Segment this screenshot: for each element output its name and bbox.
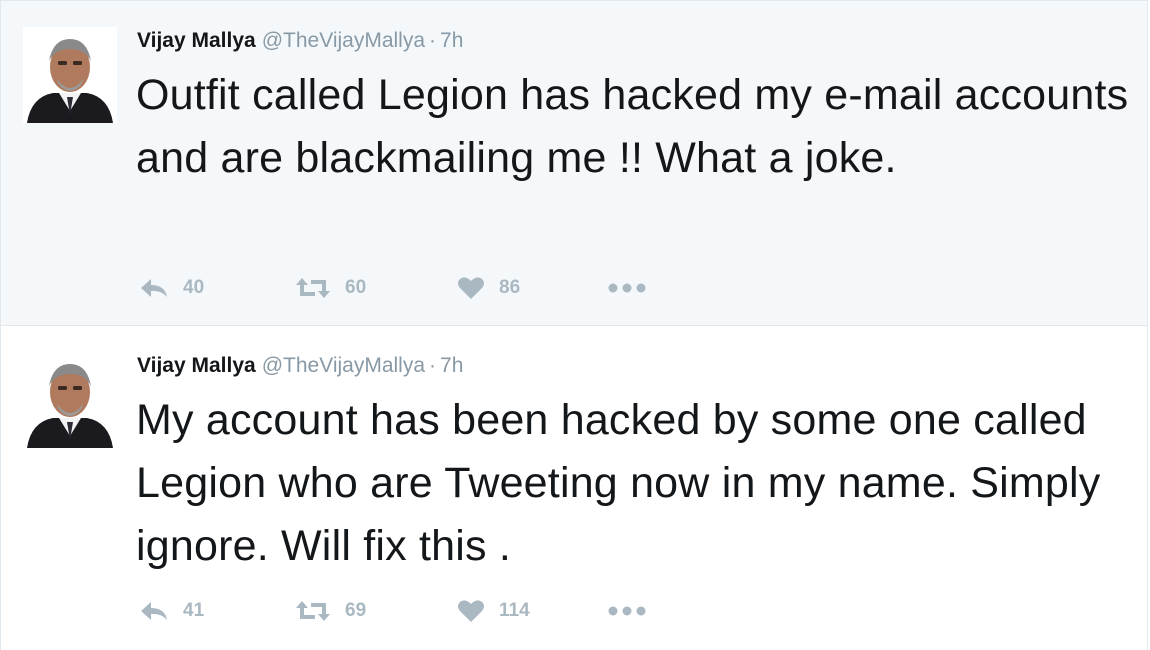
reply-count: 41 xyxy=(183,600,205,621)
tweet-timestamp[interactable]: 7h xyxy=(440,29,463,52)
more-dots-icon xyxy=(607,282,647,294)
like-button[interactable]: 114 xyxy=(457,596,530,626)
author-name[interactable]: Vijay Mallya xyxy=(137,29,256,52)
avatar[interactable] xyxy=(23,352,117,448)
more-button[interactable] xyxy=(607,596,647,626)
retweet-button[interactable]: 60 xyxy=(295,273,366,303)
heart-icon xyxy=(457,599,485,623)
tweet-timeline: Vijay Mallya @TheVijayMallya · 7h Outfit ca… xyxy=(0,0,1150,650)
like-button[interactable]: 86 xyxy=(457,273,520,303)
author-handle[interactable]: @TheVijayMallya xyxy=(262,354,425,377)
tweet-text: Outfit called Legion has hacked my e-mai… xyxy=(136,71,1129,182)
tweet[interactable]: Vijay Mallya @TheVijayMallya · 7h Outfit ca… xyxy=(0,0,1148,326)
tweet-header: Vijay Mallya @TheVijayMallya · 7h xyxy=(137,352,463,380)
reply-button[interactable]: 40 xyxy=(139,273,204,303)
tweet-text: My account has been hacked by some one c… xyxy=(136,396,1101,570)
header-separator: · xyxy=(429,29,437,52)
reply-icon xyxy=(139,600,169,622)
more-dots-icon xyxy=(607,605,647,617)
retweet-icon xyxy=(295,276,331,300)
tweet-timestamp[interactable]: 7h xyxy=(440,354,463,377)
tweet[interactable]: Vijay Mallya @TheVijayMallya · 7h My accoun… xyxy=(0,326,1148,650)
retweet-count: 60 xyxy=(345,277,367,298)
tweet-actions: 40 60 86 xyxy=(139,273,739,303)
retweet-icon xyxy=(295,599,331,623)
author-handle[interactable]: @TheVijayMallya xyxy=(262,29,425,52)
like-count: 114 xyxy=(499,600,530,621)
reply-icon xyxy=(139,277,169,299)
like-count: 86 xyxy=(499,277,521,298)
reply-button[interactable]: 41 xyxy=(139,596,204,626)
reply-count: 40 xyxy=(183,277,205,298)
avatar[interactable] xyxy=(23,27,117,123)
header-separator: · xyxy=(429,354,437,377)
retweet-button[interactable]: 69 xyxy=(295,596,366,626)
tweet-header: Vijay Mallya @TheVijayMallya · 7h xyxy=(137,27,463,55)
author-name[interactable]: Vijay Mallya xyxy=(137,354,256,377)
more-button[interactable] xyxy=(607,273,647,303)
retweet-count: 69 xyxy=(345,600,367,621)
tweet-actions: 41 69 114 xyxy=(139,596,739,626)
heart-icon xyxy=(457,276,485,300)
